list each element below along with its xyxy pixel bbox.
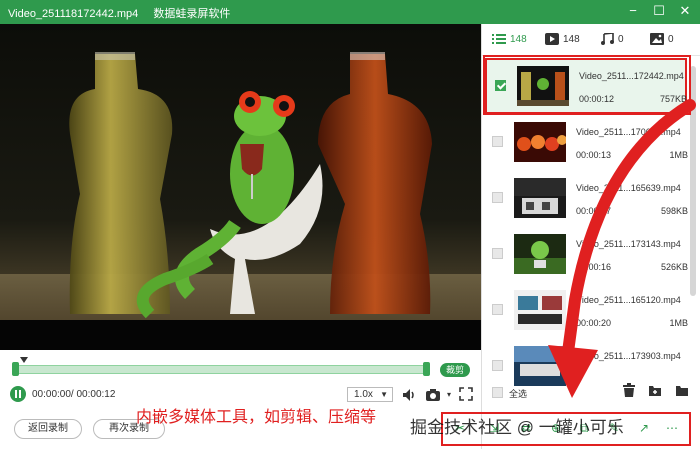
speed-select[interactable]: 1.0x ▼ [347, 387, 393, 402]
tab-video[interactable]: 148 [545, 32, 580, 48]
media-tabs: 148 148 0 0 [482, 24, 700, 56]
file-name: Video_2511...170633.mp4 [576, 127, 681, 137]
chevron-down-icon: ▼ [380, 390, 388, 399]
video-preview[interactable] [0, 24, 481, 350]
file-duration: 00:00:13 [576, 150, 612, 160]
timeline-track[interactable] [12, 365, 430, 374]
list-item[interactable]: Video_2511...170633.mp4 00:00:13 1MB [482, 114, 688, 170]
music-icon [600, 32, 614, 46]
title-bar: Video_251118172442.mp4 数据蛙录屏软件 − ☐ ✕ [0, 0, 700, 24]
list-item[interactable]: Video_2511...173143.mp4 00:00:16 526KB [482, 226, 688, 282]
video-thumbnail [514, 290, 566, 330]
item-checkbox[interactable] [492, 248, 503, 259]
list-item[interactable]: Video_2511...165639.mp4 00:00:17 598KB [482, 170, 688, 226]
file-name: Video_2511...165639.mp4 [576, 183, 681, 193]
list-footer: 全选 [482, 379, 700, 409]
video-frame-image [0, 24, 481, 350]
list-icon [492, 33, 506, 45]
tab-all-count: 148 [510, 34, 527, 45]
select-all-label[interactable]: 全选 [509, 387, 527, 400]
item-checkbox[interactable] [492, 360, 503, 371]
tab-video-count: 148 [563, 34, 580, 45]
file-list: Video_2511...172442.mp4 00:00:12 757KB V… [482, 56, 700, 394]
window-title: Video_251118172442.mp4 数据蛙录屏软件 [8, 5, 230, 21]
maximize-button[interactable]: ☐ [646, 0, 672, 24]
playhead-marker[interactable] [20, 357, 28, 363]
tab-audio[interactable]: 0 [600, 32, 624, 48]
select-all-checkbox[interactable] [492, 387, 503, 398]
file-size: 526KB [660, 262, 688, 272]
fullscreen-icon[interactable] [458, 387, 474, 403]
video-thumbnail [517, 66, 569, 106]
file-duration: 00:00:20 [576, 318, 612, 328]
tab-all[interactable]: 148 [492, 32, 527, 48]
tab-image[interactable]: 0 [650, 32, 674, 48]
video-thumbnail [514, 178, 566, 218]
trim-start-handle[interactable] [12, 362, 19, 376]
item-checkbox[interactable] [492, 192, 503, 203]
folder-icon[interactable] [673, 383, 691, 401]
app-title: 数据蛙录屏软件 [153, 8, 231, 20]
item-checkbox[interactable] [495, 80, 506, 91]
file-name: Video_2511...173903.mp4 [576, 351, 681, 361]
back-to-record-button[interactable]: 返回录制 [14, 419, 82, 439]
playback-time: 00:00:00/ 00:00:12 [32, 389, 116, 400]
list-item[interactable]: Video_2511...172442.mp4 00:00:12 757KB [485, 58, 687, 114]
trash-icon[interactable] [620, 383, 638, 401]
tools-annotation-text: 内嵌多媒体工具，如剪辑、压缩等 [136, 409, 377, 426]
item-checkbox[interactable] [492, 136, 503, 147]
volume-icon[interactable] [401, 387, 417, 403]
close-button[interactable]: ✕ [672, 0, 698, 24]
scrollbar-thumb[interactable] [690, 66, 696, 296]
item-checkbox[interactable] [492, 304, 503, 315]
trim-end-handle[interactable] [423, 362, 430, 376]
file-name: Video_2511...173143.mp4 [576, 239, 681, 249]
timeline[interactable] [12, 357, 430, 376]
list-scrollbar[interactable] [689, 56, 697, 356]
video-icon [545, 33, 559, 46]
pause-icon[interactable] [10, 386, 26, 402]
file-title: Video_251118172442.mp4 [8, 8, 139, 20]
trim-button[interactable]: 裁剪 [440, 363, 470, 377]
import-folder-icon[interactable] [646, 383, 664, 401]
camera-icon[interactable] [425, 387, 441, 403]
tab-audio-count: 0 [618, 34, 624, 45]
more-icon[interactable]: ⋯ [664, 420, 680, 436]
file-name: Video_2511...172442.mp4 [579, 71, 684, 81]
file-duration: 00:00:17 [576, 206, 612, 216]
file-size: 1MB [669, 318, 688, 328]
share-icon[interactable]: ↗ [636, 420, 652, 436]
file-size: 1MB [669, 150, 688, 160]
chevron-down-icon[interactable]: ▾ [441, 387, 457, 403]
video-thumbnail [514, 234, 566, 274]
file-duration: 00:00:12 [579, 94, 615, 104]
minimize-button[interactable]: − [620, 0, 646, 24]
tab-image-count: 0 [668, 34, 674, 45]
file-size: 757KB [659, 94, 687, 104]
media-panel: 148 148 0 0 Video_2511...172442.mp4 00:0… [481, 24, 700, 449]
video-thumbnail [514, 122, 566, 162]
image-icon [650, 33, 664, 46]
speed-value: 1.0x [354, 389, 373, 400]
watermark-text: 掘金技术社区 @ 一罐小可乐 [410, 418, 624, 437]
file-size: 598KB [660, 206, 688, 216]
file-duration: 00:00:16 [576, 262, 612, 272]
file-name: Video_2511...165120.mp4 [576, 295, 681, 305]
list-item[interactable]: Video_2511...165120.mp4 00:00:20 1MB [482, 282, 688, 338]
